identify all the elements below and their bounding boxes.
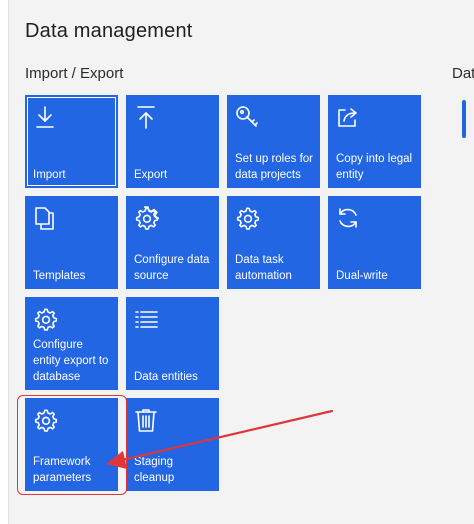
refresh-icon: [335, 205, 361, 231]
tile-label: Dual-write: [336, 270, 388, 282]
download-icon: [32, 104, 58, 130]
tile-configure-data-source[interactable]: Configure data source: [126, 196, 219, 289]
tile-data-entities[interactable]: Data entities: [126, 297, 219, 390]
key-icon: [234, 104, 260, 130]
tile-dual-write[interactable]: Dual-write: [328, 196, 421, 289]
tile-set-up-roles[interactable]: Set up roles for data projects: [227, 95, 320, 188]
copy-icon: [32, 205, 58, 231]
gear-icon: [133, 205, 159, 231]
tile-framework-parameters[interactable]: Framework parameters: [25, 398, 118, 491]
share-icon: [335, 104, 361, 130]
tile-label: Export: [134, 169, 168, 181]
tile-label: Data task automation: [235, 254, 292, 282]
tile-configure-entity-export[interactable]: Configure entity export to database: [25, 297, 118, 390]
gear-icon: [32, 306, 58, 332]
tile-label: Configure data source: [134, 254, 210, 282]
tile-export[interactable]: Export: [126, 95, 219, 188]
tile-label: Data entities: [134, 371, 198, 383]
side-tile-edge[interactable]: [462, 100, 466, 138]
tile-templates[interactable]: Templates: [25, 196, 118, 289]
page-title: Data management: [25, 20, 193, 42]
tile-data-task-automation[interactable]: Data task automation: [227, 196, 320, 289]
tile-copy-into-legal-entity[interactable]: Copy into legal entity: [328, 95, 421, 188]
list-icon: [133, 306, 159, 332]
tile-label: Copy into legal entity: [336, 153, 413, 181]
trash-icon: [133, 407, 159, 433]
upload-icon: [133, 104, 159, 130]
tile-staging-cleanup[interactable]: Staging cleanup: [126, 398, 219, 491]
tile-label: Configure entity export to database: [33, 339, 109, 383]
tile-label: Import: [33, 169, 66, 181]
gear-icon: [32, 407, 58, 433]
tile-label: Staging cleanup: [134, 456, 175, 484]
tile-label: Framework parameters: [33, 456, 92, 484]
tile-label: Templates: [33, 270, 86, 282]
tile-import[interactable]: Import: [25, 95, 118, 188]
section-title-import-export: Import / Export: [25, 65, 124, 82]
section-title-truncated: Dat: [452, 65, 474, 82]
tile-label: Set up roles for data projects: [235, 153, 313, 181]
gear-icon: [234, 205, 260, 231]
